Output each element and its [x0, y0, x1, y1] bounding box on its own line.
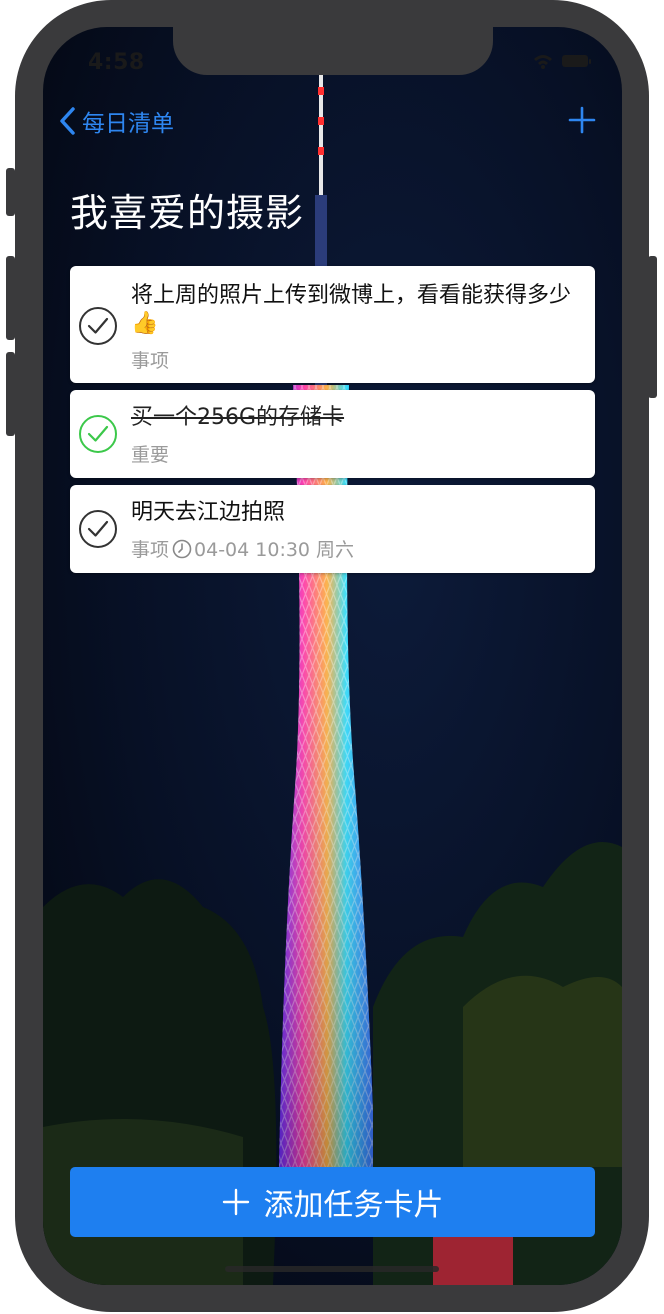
task-due-date: 04-04 10:30 周六 [194, 539, 355, 561]
check-circle-icon[interactable] [78, 509, 118, 549]
task-title: 明天去江边拍照 [131, 500, 286, 525]
check-circle-done-icon[interactable] [78, 414, 118, 454]
back-label: 每日清单 [82, 111, 174, 137]
task-card[interactable]: 买一个256G的存储卡 重要 [70, 390, 595, 478]
mute-switch [6, 168, 15, 216]
task-category: 重要 [131, 444, 170, 466]
volume-up-button [6, 256, 15, 340]
task-meta: 事项 04-04 10:30 周六 [131, 535, 354, 562]
chevron-left-icon [60, 107, 75, 135]
status-icons [534, 55, 591, 69]
notch [173, 27, 493, 75]
back-button[interactable]: 每日清单 [58, 104, 174, 138]
task-title: 买一个256G的存储卡 [131, 405, 345, 430]
home-indicator[interactable] [225, 1266, 439, 1272]
task-meta: 重要 [131, 440, 169, 467]
power-button [648, 256, 657, 398]
task-card[interactable]: 明天去江边拍照 事项 04-04 10:30 周六 [70, 485, 595, 573]
task-card[interactable]: 将上周的照片上传到微博上，看看能获得多少👍 事项 [70, 266, 595, 383]
task-category: 事项 [131, 350, 170, 372]
task-meta: 事项 [131, 346, 169, 373]
task-category: 事项 [131, 539, 170, 561]
task-title: 将上周的照片上传到微博上，看看能获得多少👍 [131, 283, 572, 336]
add-task-card-button[interactable]: 添加任务卡片 [70, 1167, 595, 1237]
add-task-card-label: 添加任务卡片 [263, 1188, 444, 1223]
volume-down-button [6, 352, 15, 436]
plus-icon [222, 1188, 249, 1216]
wifi-icon [534, 55, 552, 69]
page-title: 我喜爱的摄影 [70, 191, 305, 235]
battery-icon [562, 55, 591, 67]
check-circle-icon[interactable] [78, 306, 118, 346]
clock-icon [172, 539, 192, 558]
plus-icon[interactable] [566, 104, 598, 136]
status-time: 4:58 [88, 50, 145, 75]
